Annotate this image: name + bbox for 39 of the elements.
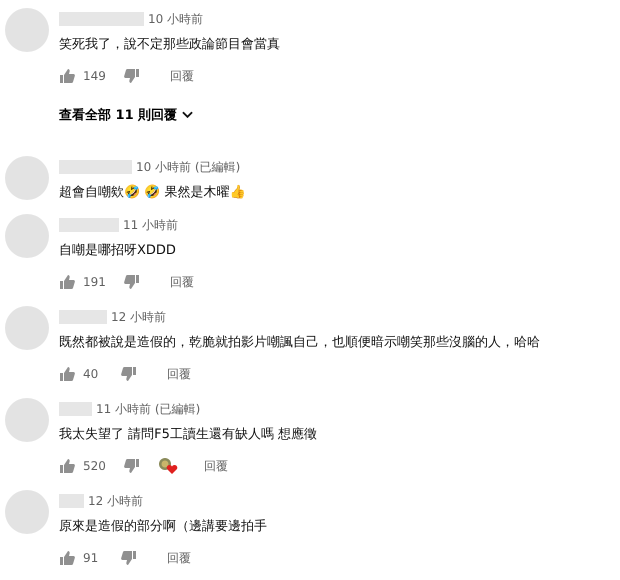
reply-button[interactable]: 回覆 — [159, 362, 199, 386]
thumbs-down-icon[interactable] — [124, 68, 140, 84]
redacted-name — [59, 402, 92, 416]
thumbs-up-icon[interactable] — [59, 68, 75, 84]
like-count: 91 — [83, 551, 100, 565]
redacted-name — [59, 494, 84, 508]
like-count: 191 — [83, 275, 106, 289]
like-count: 520 — [83, 459, 106, 473]
thumbs-down-icon[interactable] — [121, 366, 137, 382]
like-count: 40 — [83, 367, 100, 381]
comment-text: 笑死我了，說不定那些政論節目會當真 — [59, 36, 280, 54]
comment-text: 我太失望了 請問F5工讀生還有缺人嗎 想應徵 — [59, 426, 318, 444]
thumbs-up-icon[interactable] — [59, 366, 75, 382]
comment-time[interactable]: 10 小時前 (已編輯) — [136, 158, 240, 176]
like-count: 149 — [83, 69, 106, 83]
comment-text: 自嘲是哪招呀XDDD — [59, 242, 177, 260]
comment-text: 既然都被說是造假的，乾脆就拍影片嘲諷自己，也順便暗示嘲笑那些沒腦的人，哈哈 — [59, 334, 540, 352]
thumbs-down-icon[interactable] — [121, 550, 137, 566]
thumbs-up-icon[interactable] — [59, 274, 75, 290]
view-replies-button[interactable]: 查看全部 11 則回覆 — [59, 106, 194, 124]
comment-time[interactable]: 12 小時前 — [111, 308, 166, 326]
creator-heart-icon — [158, 457, 178, 475]
redacted-name — [59, 218, 119, 232]
reply-button[interactable]: 回覆 — [162, 64, 202, 88]
thumbs-down-icon[interactable] — [124, 274, 140, 290]
thumbs-up-icon[interactable] — [59, 458, 75, 474]
redacted-name — [59, 310, 107, 324]
thumbs-up-icon[interactable] — [59, 550, 75, 566]
thumbs-down-icon[interactable] — [124, 458, 140, 474]
comment-text: 原來是造假的部分啊（邊講要邊拍手 — [59, 518, 267, 536]
comment-time[interactable]: 11 小時前 (已編輯) — [96, 400, 200, 418]
comment-time[interactable]: 11 小時前 — [123, 216, 178, 234]
reply-button[interactable]: 回覆 — [159, 546, 199, 570]
reply-button[interactable]: 回覆 — [162, 270, 202, 294]
comment-time[interactable]: 12 小時前 — [88, 492, 144, 510]
comment-time[interactable]: 10 小時前 — [148, 10, 204, 28]
comment-text: 超會自嘲欸🤣 🤣 果然是木曜👍 — [59, 184, 246, 202]
chevron-down-icon — [182, 111, 194, 119]
reply-button[interactable]: 回覆 — [196, 454, 236, 478]
